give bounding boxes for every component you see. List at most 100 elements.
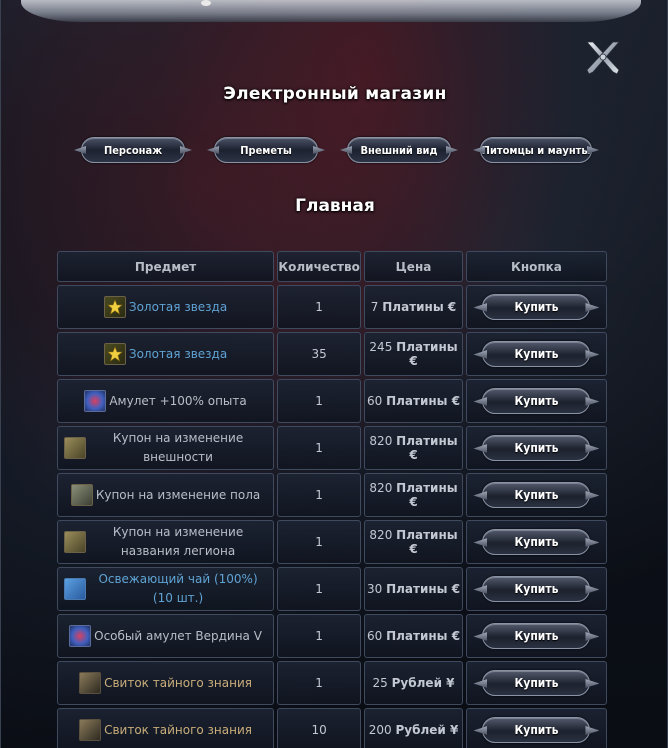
buy-button[interactable]: Купить [482,435,591,461]
item-cell: Золотая звезда [57,285,275,329]
table-row: Золотая звезда 35 245 Платины € Купить [57,332,607,376]
price-amount: 820 [369,528,393,542]
price-amount: 7 [370,300,379,314]
price-cell: 30 Платины € [364,567,463,611]
price-currency: Платины € [396,481,458,509]
price-currency: Рублей ¥ [395,723,459,737]
table-row: Особый амулет Вердина V 1 60 Платины € К… [57,614,607,658]
scroll-icon [79,719,102,741]
price-cell: 820 Платины € [364,426,463,470]
item-name-link[interactable]: Свиток тайного знания [104,674,252,693]
price-cell: 820 Платины € [364,520,463,564]
item-cell: Купон на изменение пола [57,473,275,517]
buy-button[interactable]: Купить [482,576,591,602]
tab-character[interactable]: Персонаж [81,137,185,163]
item-cell: Амулет +100% опыта [57,379,275,423]
header-quantity: Количество [277,251,362,282]
price-cell: 25 Рублей ¥ [364,661,463,705]
tab-pets-mounts[interactable]: Питомцы и маунты [480,137,592,163]
price-amount: 25 [372,676,388,690]
item-name-link[interactable]: Освежающий чай (100%) (10 шт.) [89,570,267,608]
button-cell: Купить [465,708,607,748]
button-cell: Купить [465,426,607,470]
button-cell: Купить [465,332,607,376]
buy-button[interactable]: Купить [482,294,591,320]
buy-button[interactable]: Купить [482,717,591,743]
button-cell: Купить [465,473,607,517]
shop-window: Электронный магазин Персонаж Преметы Вне… [0,0,668,748]
coupon-icon [64,437,86,459]
button-cell: Купить [465,520,607,564]
amulet-icon [84,390,107,412]
buy-button[interactable]: Купить [482,341,591,367]
tab-items[interactable]: Преметы [214,137,318,163]
item-cell: Свиток тайного знания [57,708,275,748]
category-tabs: Персонаж Преметы Внешний вид Питомцы и м… [71,137,601,163]
buy-button[interactable]: Купить [482,482,591,508]
price-cell: 60 Платины € [364,614,463,658]
item-cell: Особый амулет Вердина V [57,614,275,658]
table-row: Купон на изменение названия легиона 1 82… [57,520,607,564]
item-name-link[interactable]: Свиток тайного знания [104,721,252,740]
item-name-link[interactable]: Золотая звезда [129,345,227,364]
table-row: Золотая звезда 1 7 Платины € Купить [57,285,607,329]
price-currency: Платины € [386,394,461,408]
item-cell: Золотая звезда [57,332,275,376]
close-x-icon[interactable] [583,38,623,78]
price-cell: 60 Платины € [364,379,463,423]
price-amount: 60 [366,394,383,408]
price-currency: Платины € [396,528,458,556]
item-name-link[interactable]: Амулет +100% опыта [109,392,246,411]
price-currency: Платины € [386,629,461,643]
window-top-frame [21,0,641,22]
scroll-icon [79,672,102,694]
item-cell: Купон на изменение внешности [57,426,275,470]
quantity-cell: 1 [277,614,362,658]
quantity-cell: 10 [277,708,362,748]
buy-button[interactable]: Купить [482,623,591,649]
button-cell: Купить [465,285,607,329]
quantity-cell: 1 [277,661,362,705]
table-row: Свиток тайного знания 1 25 Рублей ¥ Купи… [57,661,607,705]
price-amount: 820 [369,481,393,495]
coupon-icon [70,484,93,506]
gold-star-icon [103,296,126,318]
price-amount: 200 [368,723,392,737]
item-name-link[interactable]: Купон на изменение названия легиона [89,523,267,561]
price-cell: 200 Рублей ¥ [364,708,463,748]
price-amount: 820 [369,434,393,448]
item-cell: Освежающий чай (100%) (10 шт.) [57,567,275,611]
button-cell: Купить [465,614,607,658]
tab-appearance[interactable]: Внешний вид [347,137,451,163]
quantity-cell: 35 [277,332,362,376]
table-row: Купон на изменение внешности 1 820 Плати… [57,426,607,470]
price-currency: Платины € [396,434,458,462]
table-header-row: Предмет Количество Цена Кнопка [57,251,607,282]
price-currency: Платины € [396,340,458,368]
quantity-cell: 1 [277,379,362,423]
price-amount: 245 [369,340,393,354]
price-currency: Платины € [386,582,461,596]
quantity-cell: 1 [277,426,362,470]
page-title: Электронный магазин [223,84,447,104]
table-row: Свиток тайного знания 10 200 Рублей ¥ Ку… [57,708,607,748]
section-title: Главная [295,196,375,216]
item-name-link[interactable]: Купон на изменение пола [96,486,260,505]
button-cell: Купить [465,661,607,705]
header-item: Предмет [57,251,275,282]
price-amount: 30 [366,582,383,596]
price-cell: 7 Платины € [364,285,463,329]
button-cell: Купить [465,567,607,611]
coupon-icon [64,531,86,553]
button-cell: Купить [465,379,607,423]
buy-button[interactable]: Купить [482,670,591,696]
price-cell: 245 Платины € [364,332,463,376]
buy-button[interactable]: Купить [482,388,591,414]
item-name-link[interactable]: Купон на изменение внешности [89,429,267,467]
item-name-link[interactable]: Золотая звезда [129,298,227,317]
item-name-link[interactable]: Особый амулет Вердина V [94,627,262,646]
buy-button[interactable]: Купить [482,529,591,555]
header-price: Цена [364,251,463,282]
quantity-cell: 1 [277,473,362,517]
price-currency: Рублей ¥ [391,676,455,690]
